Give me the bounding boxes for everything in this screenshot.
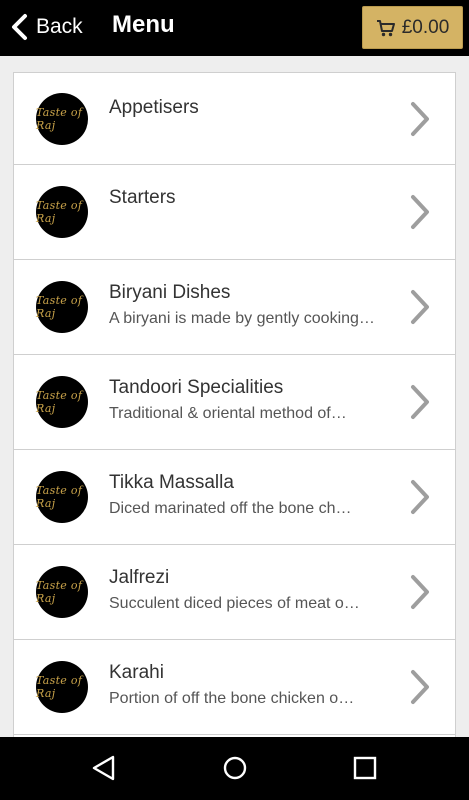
circle-home-icon[interactable]	[222, 755, 248, 781]
chevron-right-icon	[411, 575, 429, 609]
menu-category-item[interactable]: Taste of Raj Biryani Dishes A biryani is…	[13, 260, 456, 355]
logo-text: Taste of Raj	[36, 199, 83, 225]
restaurant-logo: Taste of Raj	[36, 186, 88, 238]
category-description: Portion of off the bone chicken o…	[109, 690, 355, 707]
logo-text: Taste of Raj	[36, 484, 83, 510]
restaurant-logo: Taste of Raj	[36, 92, 88, 145]
chevron-right-icon	[411, 480, 429, 514]
logo-text: Taste of Raj	[36, 105, 83, 132]
logo-text: Taste of Raj	[36, 294, 83, 320]
android-nav-bar	[0, 737, 469, 800]
logo-text: Taste of Raj	[36, 389, 83, 415]
category-description: Diced marinated off the bone ch…	[109, 500, 352, 517]
menu-category-item[interactable]: Taste of Raj Appetisers	[13, 72, 456, 165]
category-name: Karahi	[109, 662, 164, 683]
cart-total: £0.00	[401, 16, 450, 38]
triangle-back-icon[interactable]	[91, 755, 117, 781]
restaurant-logo: Taste of Raj	[36, 281, 88, 333]
menu-category-item[interactable]: Taste of Raj Jalfrezi Succulent diced pi…	[13, 545, 456, 640]
menu-category-list: Taste of Raj Appetisers Taste of Raj Sta…	[13, 72, 456, 800]
menu-category-item[interactable]: Taste of Raj Tikka Massalla Diced marina…	[13, 450, 456, 545]
cart-icon	[376, 19, 395, 36]
category-description: A biryani is made by gently cooking…	[109, 310, 375, 327]
square-recents-icon[interactable]	[353, 756, 377, 780]
category-name: Jalfrezi	[109, 567, 170, 588]
restaurant-logo: Taste of Raj	[36, 661, 88, 713]
logo-text: Taste of Raj	[36, 579, 83, 605]
page-title: Menu	[112, 11, 175, 38]
restaurant-logo: Taste of Raj	[36, 376, 88, 428]
chevron-right-icon	[411, 290, 429, 324]
menu-category-item[interactable]: Taste of Raj Karahi Portion of off the b…	[13, 640, 456, 735]
chevron-left-icon	[12, 14, 27, 40]
category-description: Succulent diced pieces of meat o…	[109, 595, 360, 612]
category-name: Biryani Dishes	[109, 282, 231, 303]
chevron-right-icon	[411, 101, 429, 136]
cart-button[interactable]: £0.00	[362, 6, 463, 49]
category-name: Appetisers	[109, 97, 199, 118]
back-button[interactable]: Back	[10, 10, 83, 44]
category-name: Tikka Massalla	[109, 472, 234, 493]
category-description: Traditional & oriental method of…	[109, 405, 347, 422]
menu-category-item[interactable]: Taste of Raj Starters	[13, 165, 456, 260]
category-name: Tandoori Specialities	[109, 377, 284, 398]
chevron-right-icon	[411, 670, 429, 704]
logo-text: Taste of Raj	[36, 674, 83, 700]
restaurant-logo: Taste of Raj	[36, 566, 88, 618]
menu-category-item[interactable]: Taste of Raj Tandoori Specialities Tradi…	[13, 355, 456, 450]
restaurant-logo: Taste of Raj	[36, 471, 88, 523]
chevron-right-icon	[411, 385, 429, 419]
back-label: Back	[36, 15, 83, 38]
category-name: Starters	[109, 187, 176, 208]
app-header: Back Menu £0.00	[0, 0, 469, 56]
chevron-right-icon	[411, 195, 429, 229]
